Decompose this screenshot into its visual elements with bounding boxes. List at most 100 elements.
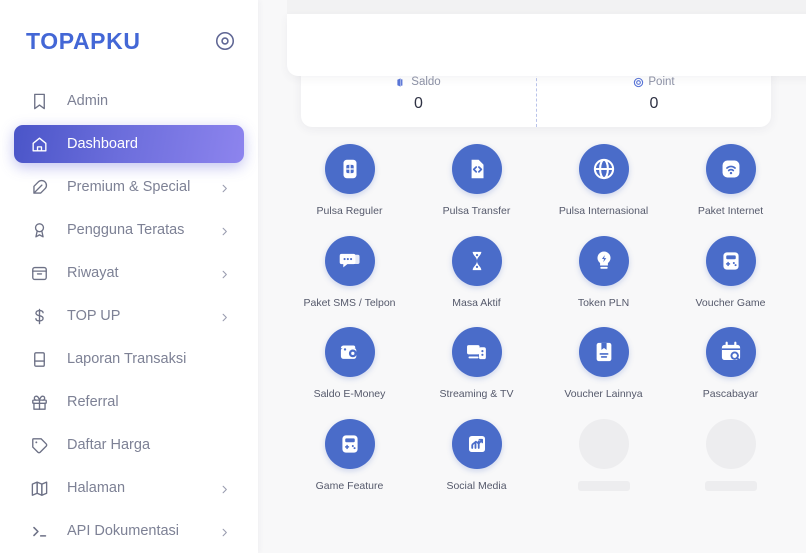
- sidebar-item-label: Daftar Harga: [67, 437, 151, 453]
- product-tile-label: Token PLN: [577, 296, 630, 309]
- wallet-icon: [396, 77, 407, 88]
- gamepad-icon: [705, 235, 756, 286]
- code-file-icon: [451, 144, 502, 194]
- voucher-book-icon: [578, 327, 629, 378]
- wallet-card-icon: [324, 327, 375, 378]
- page-title: TOPAPKU: [26, 27, 141, 54]
- product-tile-voucher-game[interactable]: Voucher Game: [667, 228, 794, 320]
- sidebar-item-label: Pengguna Teratas: [67, 222, 185, 238]
- sidebar-item-api-dokumentasi[interactable]: API Dokumentasi: [14, 512, 244, 550]
- sidebar-item-label: TOP UP: [67, 308, 121, 324]
- hourglass-icon: [451, 235, 502, 286]
- chevron-right-icon[interactable]: [219, 225, 230, 236]
- overlay-top-strip: [287, 0, 806, 14]
- sidebar-item-label: Admin: [67, 93, 109, 109]
- balance-saldo-value: 0: [414, 95, 423, 112]
- sim-card-icon: [324, 144, 375, 194]
- app-root: TOPAPKU Admin Dashboard Premium & Special P…: [0, 0, 806, 553]
- gamepad-icon: [324, 418, 375, 469]
- chevron-right-icon[interactable]: [219, 483, 230, 494]
- product-tile-voucher-lainnya[interactable]: Voucher Lainnya: [540, 319, 667, 411]
- sidebar-item-label: Riwayat: [67, 265, 119, 281]
- product-tile-label: Pulsa Internasional: [558, 205, 649, 217]
- chevron-right-icon[interactable]: [219, 311, 230, 322]
- product-tile-paket-sms-telpon[interactable]: Paket SMS / Telpon: [286, 228, 413, 320]
- tv-device-icon: [451, 327, 502, 378]
- chevron-right-icon[interactable]: [219, 268, 230, 279]
- product-tile-game-feature[interactable]: Game Feature: [286, 411, 413, 503]
- calendar-search-icon: [705, 327, 756, 378]
- sidebar-item-label: Premium & Special: [67, 179, 191, 195]
- product-tile-label: Voucher Lainnya: [564, 388, 643, 401]
- award-icon: [30, 221, 49, 240]
- sidebar-item-label: API Dokumentasi: [67, 523, 180, 539]
- product-tile-label: Game Feature: [315, 479, 384, 492]
- product-tile-skeleton: [667, 411, 794, 503]
- product-tile-label: Pascabayar: [702, 388, 759, 401]
- product-grid: Pulsa Reguler Pulsa Transfer Pulsa Interna…: [286, 136, 794, 502]
- feather-icon: [30, 178, 49, 197]
- chevron-right-icon[interactable]: [219, 182, 230, 193]
- dollar-icon: [30, 307, 49, 326]
- sidebar-item-riwayat[interactable]: Riwayat: [14, 254, 244, 292]
- sidebar-item-pengguna-teratas[interactable]: Pengguna Teratas: [14, 211, 244, 249]
- sidebar-item-premium-special[interactable]: Premium & Special: [14, 168, 244, 206]
- sidebar-item-top-up[interactable]: TOP UP: [14, 297, 244, 335]
- map-icon: [30, 479, 49, 498]
- chart-growth-icon: [451, 418, 502, 469]
- globe-icon: [578, 144, 629, 194]
- skeleton-circle: [705, 418, 756, 469]
- bookmark-icon: [30, 92, 49, 111]
- wifi-icon: [705, 144, 756, 194]
- sidebar-item-label: Referral: [67, 394, 119, 410]
- brand-row: TOPAPKU: [0, 0, 258, 62]
- sidebar-item-laporan-transaksi[interactable]: Laporan Transaksi: [14, 340, 244, 378]
- lightbulb-bolt-icon: [578, 235, 629, 286]
- coin-target-icon: [633, 77, 644, 88]
- sidebar-item-daftar-harga[interactable]: Daftar Harga: [14, 426, 244, 464]
- product-tile-streaming-tv[interactable]: Streaming & TV: [413, 319, 540, 411]
- product-tile-label: Social Media: [446, 479, 507, 492]
- product-tile-paket-internet[interactable]: Paket Internet: [667, 136, 794, 228]
- chevron-right-icon[interactable]: [219, 526, 230, 537]
- product-tile-label: Masa Aktif: [452, 296, 501, 309]
- product-tile-label: Paket Internet: [697, 205, 764, 217]
- product-tile-label: Paket SMS / Telpon: [303, 296, 396, 309]
- product-tile-label: Streaming & TV: [439, 388, 514, 401]
- product-tile-label: Voucher Game: [695, 296, 766, 309]
- sidebar-item-admin[interactable]: Admin: [14, 82, 244, 120]
- product-tile-pulsa-internasional[interactable]: Pulsa Internasional: [540, 136, 667, 228]
- sidebar-item-referral[interactable]: Referral: [14, 383, 244, 421]
- sidebar-nav: Admin Dashboard Premium & Special Pengguna …: [0, 82, 258, 550]
- home-icon: [30, 135, 49, 154]
- skeleton-label-bar: [704, 480, 757, 491]
- product-tile-masa-aktif[interactable]: Masa Aktif: [413, 228, 540, 320]
- sidebar-item-label: Dashboard: [67, 136, 138, 152]
- balance-point-head: Point: [633, 76, 675, 88]
- book-icon: [30, 350, 49, 369]
- product-tile-pascabayar[interactable]: Pascabayar: [667, 319, 794, 411]
- chat-bubble-icon: [324, 235, 375, 286]
- sidebar-item-halaman[interactable]: Halaman: [14, 469, 244, 507]
- balance-saldo-label: Saldo: [411, 76, 441, 88]
- product-tile-label: Pulsa Reguler: [316, 205, 383, 217]
- target-circle-icon[interactable]: [214, 30, 236, 52]
- product-tile-social-media[interactable]: Social Media: [413, 411, 540, 503]
- product-tile-token-pln[interactable]: Token PLN: [540, 228, 667, 320]
- skeleton-circle: [578, 418, 629, 469]
- sidebar-item-label: Halaman: [67, 480, 126, 496]
- sidebar: TOPAPKU Admin Dashboard Premium & Special P…: [0, 0, 258, 553]
- balance-point-label: Point: [648, 76, 675, 88]
- archive-icon: [30, 264, 49, 283]
- main-content: Saldo 0 Point 0 Pulsa Reguler Pulsa Tran…: [258, 0, 806, 553]
- product-tile-saldo-e-money[interactable]: Saldo E-Money: [286, 319, 413, 411]
- skeleton-label-bar: [577, 480, 630, 491]
- product-tile-label: Saldo E-Money: [313, 388, 386, 401]
- balance-point-value: 0: [649, 95, 659, 112]
- sidebar-item-dashboard[interactable]: Dashboard: [14, 125, 244, 163]
- tag-icon: [30, 436, 49, 455]
- sidebar-item-label: Laporan Transaksi: [67, 351, 187, 367]
- product-tile-pulsa-transfer[interactable]: Pulsa Transfer: [413, 136, 540, 228]
- balance-saldo-head: Saldo: [396, 76, 441, 88]
- product-tile-pulsa-reguler[interactable]: Pulsa Reguler: [286, 136, 413, 228]
